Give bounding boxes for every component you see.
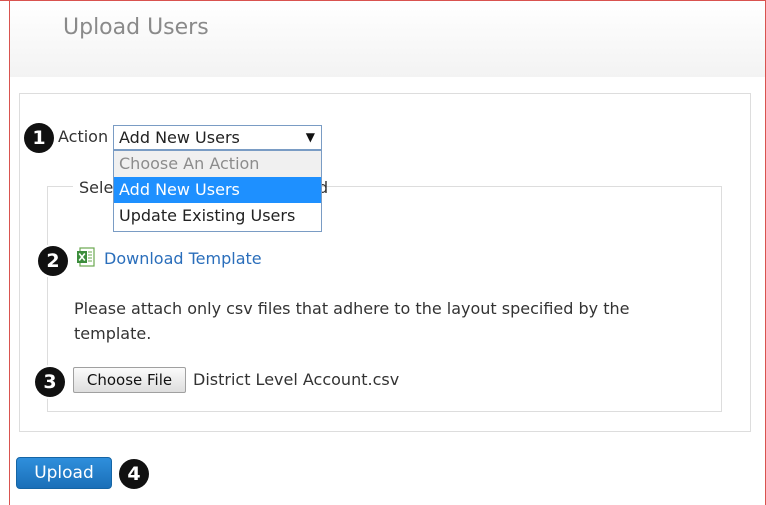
- csv-help-text: Please attach only csv files that adhere…: [74, 299, 630, 343]
- callout-3: 3: [35, 367, 65, 397]
- download-template-link[interactable]: Download Template: [104, 249, 262, 268]
- dropdown-arrow-icon: ▼: [305, 130, 315, 144]
- action-dropdown-list[interactable]: Choose An Action Add New Users Update Ex…: [113, 150, 322, 232]
- selected-file-name: District Level Account.csv: [193, 370, 400, 389]
- action-label: Action: [58, 127, 109, 146]
- callout-2: 2: [38, 246, 68, 276]
- page-header: Upload Users: [10, 1, 765, 77]
- action-select-value: Add New Users: [119, 128, 240, 147]
- callout-1: 1: [24, 123, 54, 153]
- excel-file-icon: [77, 247, 95, 267]
- upload-button[interactable]: Upload: [16, 457, 112, 489]
- dropdown-option-update-existing-users[interactable]: Update Existing Users: [114, 203, 321, 229]
- dropdown-option-add-new-users[interactable]: Add New Users: [114, 177, 321, 203]
- dropdown-option-choose: Choose An Action: [114, 151, 321, 177]
- callout-4: 4: [119, 459, 149, 489]
- action-select[interactable]: Add New Users ▼: [113, 125, 322, 150]
- page-title: Upload Users: [63, 15, 209, 40]
- choose-file-button[interactable]: Choose File: [73, 367, 186, 393]
